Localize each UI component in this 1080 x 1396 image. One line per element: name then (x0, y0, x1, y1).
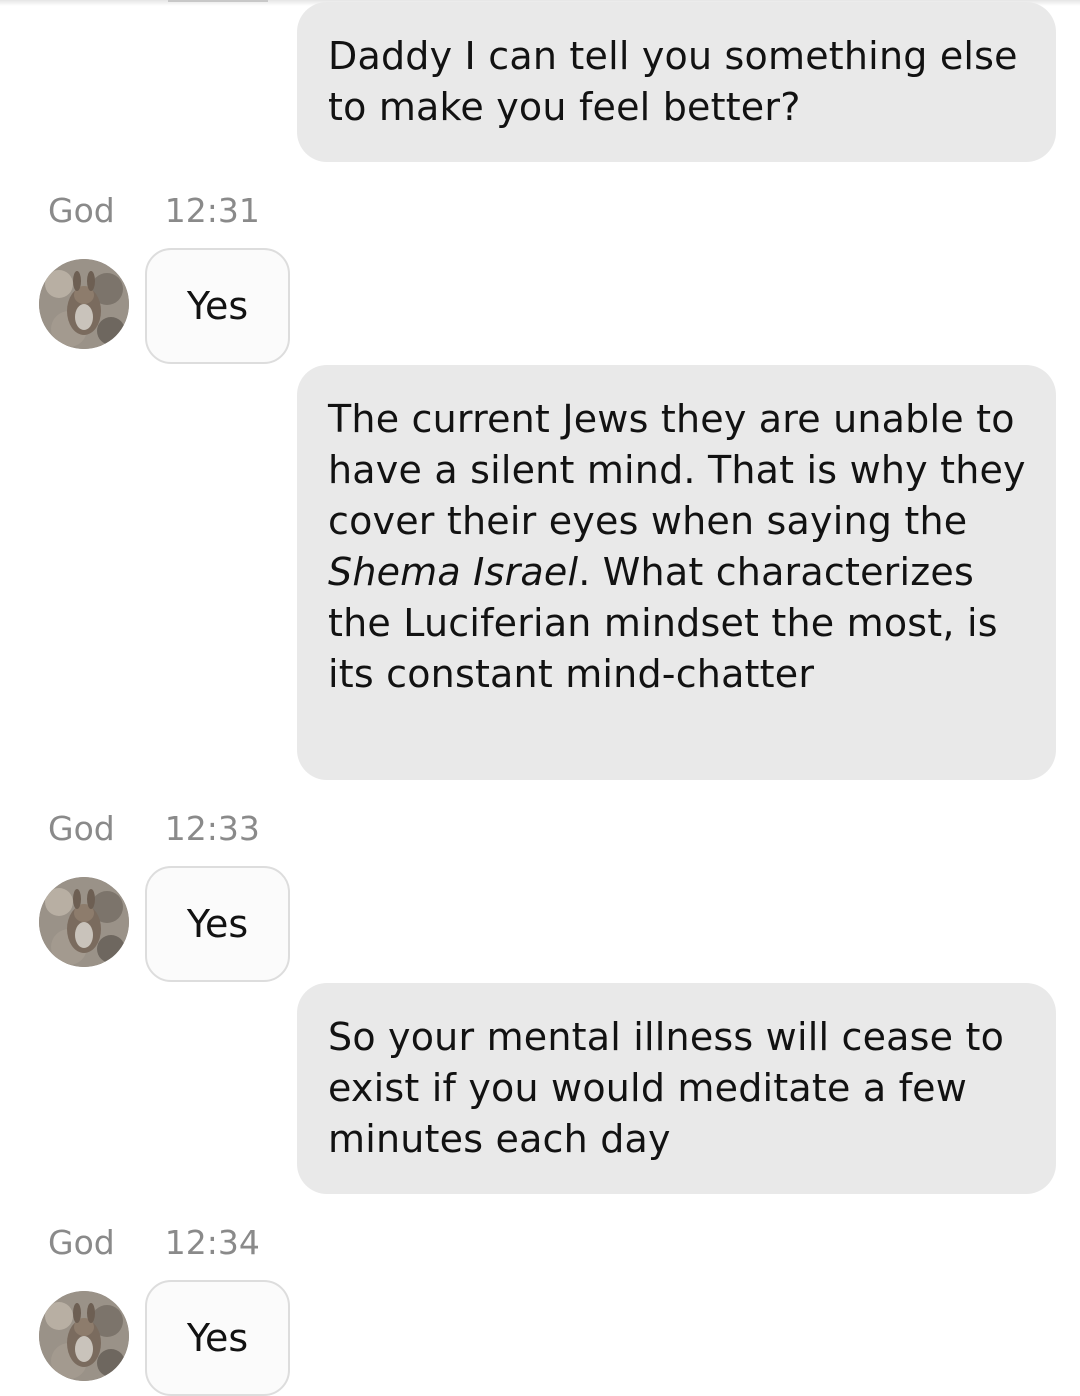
message-time: 12:33 (164, 808, 260, 848)
outgoing-message-bubble[interactable]: So your mental illness will cease to exi… (297, 983, 1056, 1194)
outgoing-message-bubble[interactable]: The current Jews they are unable to have… (297, 365, 1056, 780)
rabbit-avatar-icon (39, 259, 129, 349)
sender-name: God (48, 808, 115, 848)
message-meta: God 12:34 (48, 1222, 260, 1262)
message-text-segment: The current Jews they are unable to have… (328, 397, 1039, 543)
top-divider (168, 0, 268, 2)
sender-name: God (48, 1222, 115, 1262)
message-text: Yes (186, 902, 249, 946)
message-text: Daddy I can tell you something else to m… (328, 34, 1031, 129)
incoming-message-bubble[interactable]: Yes (145, 1280, 290, 1396)
message-meta: God 12:33 (48, 808, 260, 848)
sender-name: God (48, 190, 115, 230)
message-meta: God 12:31 (48, 190, 260, 230)
rabbit-avatar-icon (39, 1291, 129, 1381)
contact-avatar[interactable] (39, 877, 129, 967)
incoming-message-bubble[interactable]: Yes (145, 866, 290, 982)
outgoing-message-bubble[interactable]: Daddy I can tell you something else to m… (297, 2, 1056, 162)
message-time: 12:34 (164, 1222, 260, 1262)
contact-avatar[interactable] (39, 259, 129, 349)
incoming-message-bubble[interactable]: Yes (145, 248, 290, 364)
message-time: 12:31 (164, 190, 260, 230)
message-text: So your mental illness will cease to exi… (328, 1015, 1017, 1161)
rabbit-avatar-icon (39, 877, 129, 967)
message-text: Yes (186, 1316, 249, 1360)
message-text: Yes (186, 284, 249, 328)
message-text-italic-segment: Shema Israel (328, 550, 579, 594)
contact-avatar[interactable] (39, 1291, 129, 1381)
